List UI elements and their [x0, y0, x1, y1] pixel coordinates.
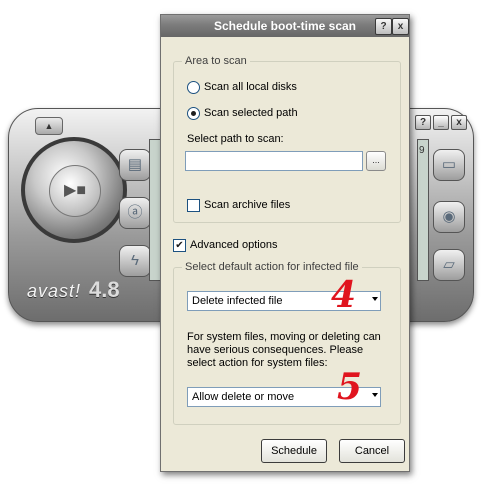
- dialog-title: Schedule boot-time scan: [213, 19, 357, 33]
- scan-selected-path-label: Scan selected path: [204, 107, 298, 119]
- scan-archive-label: Scan archive files: [204, 199, 291, 211]
- close-button[interactable]: x: [392, 18, 409, 35]
- disk-icon[interactable]: ▭: [433, 149, 465, 181]
- schedule-scan-dialog: Schedule boot-time scan ? x Area to scan…: [160, 14, 410, 472]
- system-action-value: Allow delete or move: [192, 391, 295, 403]
- browse-button[interactable]: ...: [366, 151, 386, 171]
- task-screen-right: [417, 139, 429, 281]
- lightning-icon[interactable]: ϟ: [119, 245, 151, 277]
- schedule-button[interactable]: Schedule: [261, 439, 327, 463]
- path-input[interactable]: [185, 151, 363, 171]
- advanced-options-checkbox[interactable]: ✔: [173, 239, 186, 252]
- annotation-marker-5: 5: [337, 366, 363, 408]
- path-label: Select path to scan:: [187, 133, 284, 145]
- area-to-scan-legend: Area to scan: [182, 55, 250, 67]
- scan-all-disks-label: Scan all local disks: [204, 81, 297, 93]
- scan-archive-checkbox[interactable]: [187, 199, 200, 212]
- folder-icon[interactable]: ▱: [433, 249, 465, 281]
- avast-close-button[interactable]: x: [451, 115, 467, 130]
- cancel-button[interactable]: Cancel: [339, 439, 405, 463]
- chevron-down-icon[interactable]: [372, 393, 378, 397]
- resident-tasks-icon[interactable]: ▤: [119, 149, 151, 181]
- player-disc: ▶■: [21, 137, 127, 243]
- dialog-titlebar[interactable]: Schedule boot-time scan ? x: [161, 15, 409, 37]
- eject-icon[interactable]: ▲: [35, 117, 63, 135]
- scan-selected-path-radio[interactable]: [187, 107, 200, 120]
- update-icon[interactable]: ◉: [433, 201, 465, 233]
- right-screen-text: 9: [419, 145, 425, 156]
- avast-a-icon[interactable]: ⓐ: [119, 197, 151, 229]
- advanced-options-label: Advanced options: [190, 239, 278, 251]
- infected-action-legend: Select default action for infected file: [182, 261, 362, 273]
- avast-logo: avast!: [27, 281, 82, 301]
- help-button[interactable]: ?: [375, 18, 392, 35]
- infected-action-value: Delete infected file: [192, 295, 283, 307]
- scan-all-disks-radio[interactable]: [187, 81, 200, 94]
- avast-minimize-button[interactable]: _: [433, 115, 449, 130]
- avast-help-button[interactable]: ?: [415, 115, 431, 130]
- system-files-note: For system files, moving or deleting can…: [187, 331, 381, 369]
- chevron-down-icon[interactable]: [372, 297, 378, 301]
- play-stop-icon[interactable]: ▶■: [49, 165, 101, 217]
- annotation-marker-4: 4: [331, 274, 357, 316]
- avast-version: 4.8: [89, 277, 120, 302]
